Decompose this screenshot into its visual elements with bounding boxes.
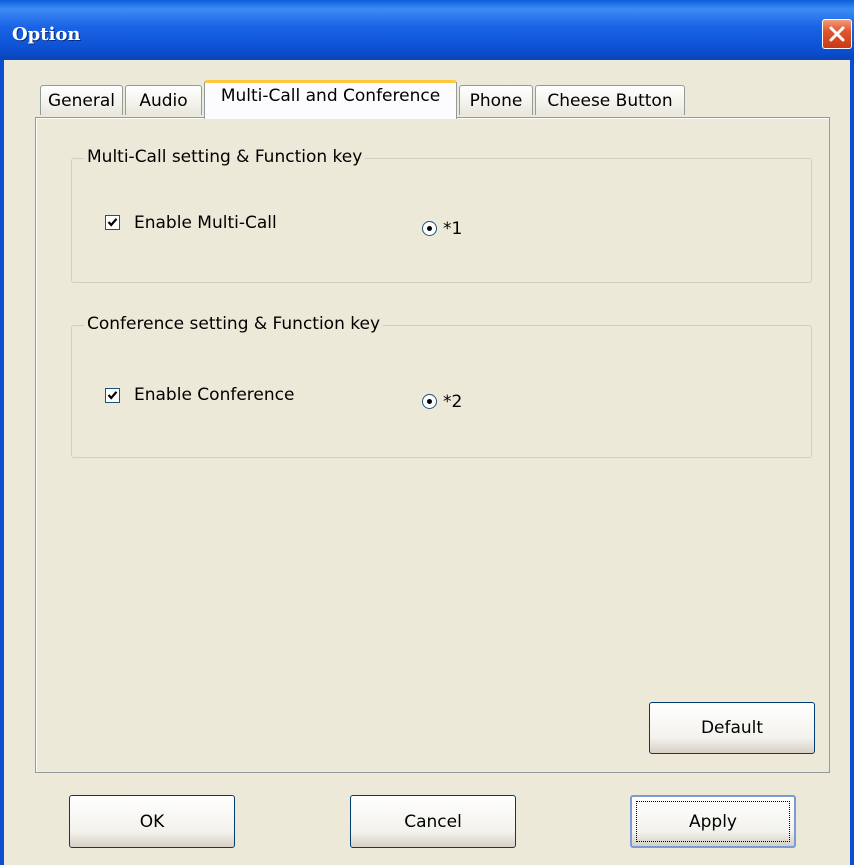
tab-panel: Multi-Call setting & Function key Enable… — [35, 117, 830, 773]
tab-label: General — [48, 90, 115, 111]
enable-conference-checkbox[interactable] — [105, 388, 120, 403]
close-button[interactable] — [822, 19, 852, 49]
close-icon — [829, 26, 845, 42]
conference-key-label[interactable]: *2 — [443, 392, 462, 412]
multi-call-key-radio[interactable] — [422, 221, 437, 236]
apply-button[interactable]: Apply — [630, 795, 796, 848]
cancel-button-label: Cancel — [404, 811, 462, 832]
tab-general[interactable]: General — [40, 85, 123, 115]
radio-dot — [427, 399, 432, 404]
multi-call-group: Multi-Call setting & Function key Enable… — [71, 147, 812, 283]
enable-multi-call-checkbox[interactable] — [105, 215, 120, 230]
window-title: Option — [12, 24, 81, 45]
enable-conference-label[interactable]: Enable Conference — [134, 385, 294, 405]
tab-label: Phone — [469, 90, 523, 111]
conference-key-radio[interactable] — [422, 394, 437, 409]
title-bar[interactable]: Option — [0, 0, 854, 60]
ok-button[interactable]: OK — [69, 795, 235, 848]
checkmark-icon — [107, 391, 118, 400]
default-button[interactable]: Default — [649, 702, 815, 754]
tab-phone[interactable]: Phone — [459, 85, 533, 115]
tab-label: Multi-Call and Conference — [220, 86, 441, 106]
default-button-label: Default — [700, 718, 764, 738]
conference-group-legend: Conference setting & Function key — [84, 314, 384, 334]
window-border-right — [850, 60, 854, 865]
focus-ring — [636, 801, 790, 842]
conference-group: Conference setting & Function key Enable… — [71, 314, 812, 458]
cancel-button[interactable]: Cancel — [350, 795, 516, 848]
window-border-left — [0, 60, 4, 865]
multi-call-group-legend: Multi-Call setting & Function key — [84, 147, 366, 167]
tab-cheese-button[interactable]: Cheese Button — [535, 85, 685, 115]
checkmark-icon — [107, 218, 118, 227]
enable-multi-call-label[interactable]: Enable Multi-Call — [134, 213, 277, 233]
tab-label: Audio — [139, 90, 188, 111]
tab-label: Cheese Button — [547, 90, 673, 111]
ok-button-label: OK — [139, 811, 165, 832]
tab-audio[interactable]: Audio — [125, 85, 202, 115]
tab-multi-call-and-conference[interactable]: Multi-Call and Conference — [204, 80, 457, 119]
radio-dot — [427, 226, 432, 231]
multi-call-key-label[interactable]: *1 — [443, 219, 462, 239]
